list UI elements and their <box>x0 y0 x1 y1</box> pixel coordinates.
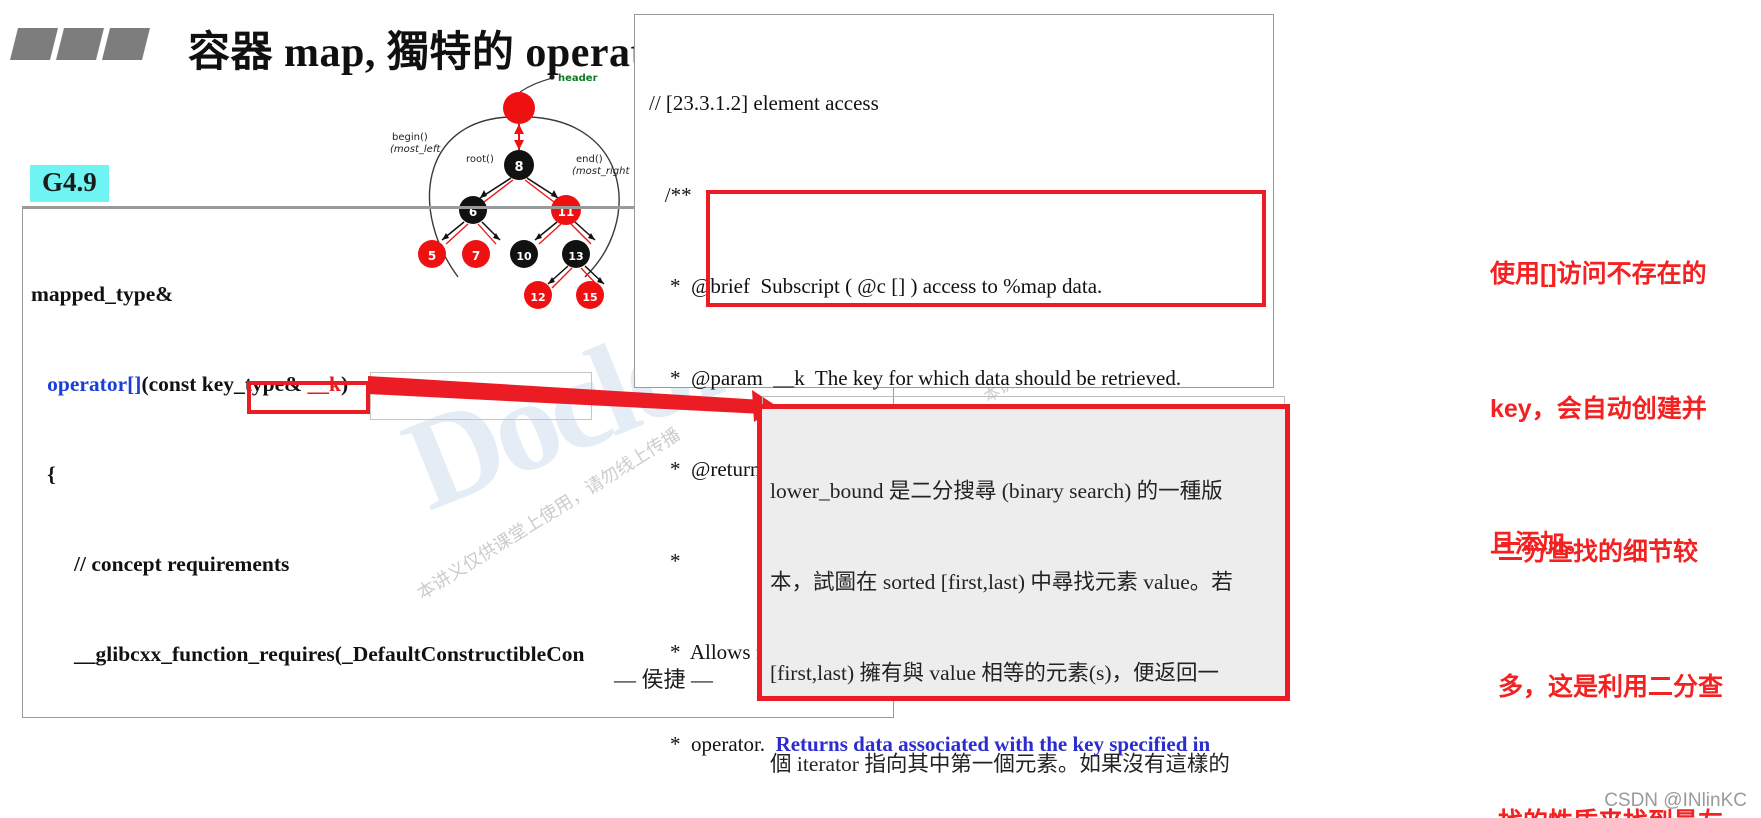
chinese-explanation-panel: lower_bound 是二分搜尋 (binary search) 的一種版 本… <box>757 404 1290 776</box>
cn-line-0: lower_bound 是二分搜尋 (binary search) 的一種版 <box>770 478 1223 503</box>
cn-line-1: 本，試圖在 sorted [first,last) 中尋找元素 value。若 <box>770 570 1233 595</box>
annotation-binary-search-line-0: 二分查找的细节较 <box>1498 538 1699 566</box>
decor-square-2 <box>56 28 104 60</box>
chinese-explanation-text: lower_bound 是二分搜尋 (binary search) 的一種版 本… <box>770 415 1281 818</box>
svg-text:(most_left: (most_left <box>390 144 441 155</box>
highlight-box-doxygen <box>706 190 1266 307</box>
annotation-binary-search-line-1: 多，这是利用二分查 <box>1498 673 1724 701</box>
svg-text:root(): root() <box>466 154 494 165</box>
author-attribution: — 侯捷 — <box>614 667 714 692</box>
svg-text:8: 8 <box>514 160 523 175</box>
slide-canvas: 容器 map, 獨特的 operator[ ] header 8 root() … <box>0 0 1761 818</box>
annotation-use-bracket-line-0: 使用[]访问不存在的 <box>1490 260 1707 288</box>
annotation-binary-search: 二分查找的细节较 多，这是利用二分查 找的性质来找到最左 边的需求元素。 <box>1498 440 1723 818</box>
svg-text:begin(): begin() <box>392 132 428 143</box>
cn-line-2: [first,last) 擁有與 value 相等的元素(s)，便返回一 <box>770 661 1220 686</box>
svg-text:end(): end() <box>576 154 603 165</box>
highlight-box-lower-bound <box>247 381 370 414</box>
slide-tag-g49: G4.9 <box>30 165 109 202</box>
decor-square-1 <box>10 28 58 60</box>
title-decoration-squares <box>10 28 164 62</box>
decor-square-3 <box>102 28 150 60</box>
csdn-watermark: CSDN @INlinKC <box>1604 790 1747 811</box>
svg-text:(most_right: (most_right <box>572 166 630 177</box>
svg-text:header: header <box>558 73 598 84</box>
doc-line-0: // [23.3.1.2] element access <box>649 91 879 115</box>
annotation-use-bracket-line-1: key，会自动创建并 <box>1490 395 1707 423</box>
cn-line-3: 個 iterator 指向其中第一個元素。如果沒有這樣的 <box>770 752 1230 777</box>
doc-line-3: * @param __k The key for which data shou… <box>649 365 1182 390</box>
